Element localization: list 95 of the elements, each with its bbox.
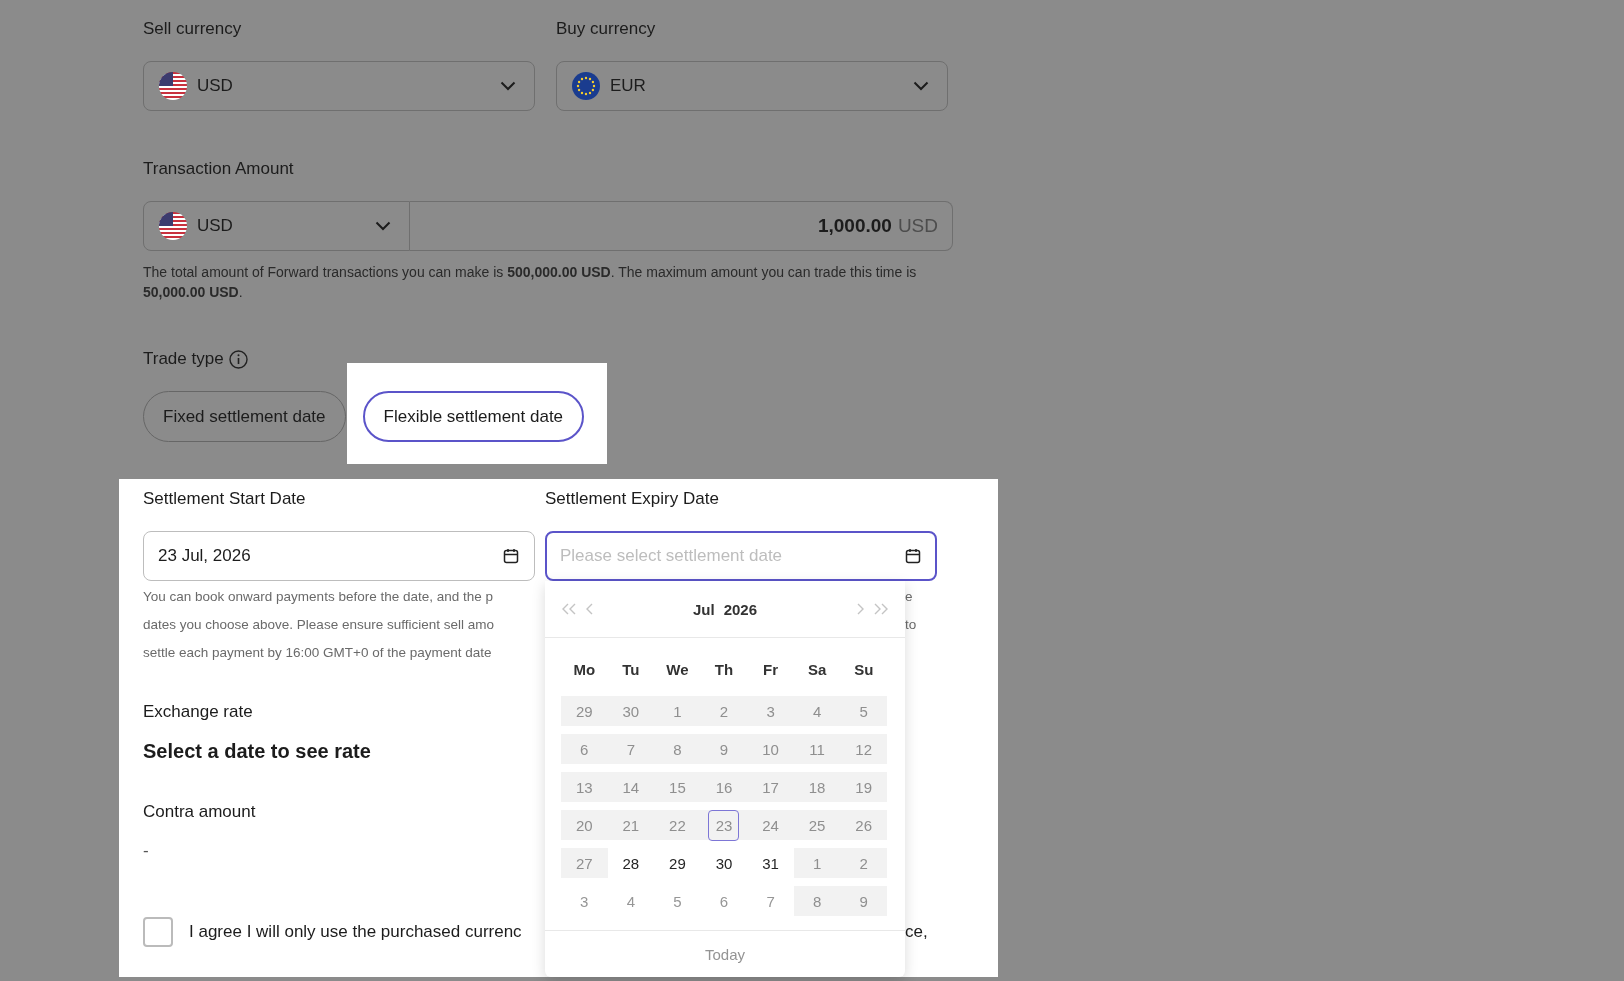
note-text: to — [905, 616, 918, 634]
calendar-day: 14 — [615, 771, 647, 803]
year-label[interactable]: 2026 — [723, 600, 758, 618]
calendar-day[interactable]: 28 — [615, 847, 647, 879]
calendar-day: 4 — [801, 695, 833, 727]
checkbox[interactable] — [143, 917, 173, 947]
calendar-day: 19 — [848, 771, 880, 803]
calendar-day: 11 — [801, 733, 833, 765]
calendar-day: 3 — [568, 885, 600, 917]
limit-note: The total amount of Forward transactions you can make is 500,000.00 USD. The maximum amount you can trade this time is 50,000.00 USD. — [143, 263, 918, 302]
calendar-icon — [503, 548, 519, 564]
calendar-day: 24 — [755, 809, 787, 841]
chevron-down-icon — [500, 81, 516, 91]
date-field[interactable]: Please select settlement date — [545, 531, 937, 581]
field-label: Sell currency — [143, 19, 242, 39]
field-label: Exchange rate — [143, 702, 253, 722]
calendar-day: 29 — [568, 695, 600, 727]
currency-code: EUR — [610, 76, 647, 96]
chevron-down-icon — [913, 81, 929, 91]
calendar-day: 9 — [848, 885, 880, 917]
calendar-day: 5 — [848, 695, 880, 727]
currency-dropdown[interactable]: USD — [143, 201, 410, 251]
currency-dropdown[interactable]: EUR — [556, 61, 948, 111]
calendar-day: 17 — [755, 771, 787, 803]
calendar-day: 16 — [708, 771, 740, 803]
calendar-day: 27 — [568, 847, 600, 879]
chevron-right-icon — [857, 603, 865, 615]
weekday-label: Su — [853, 660, 875, 678]
calendar-day: 8 — [661, 733, 693, 765]
agreement-text: ce, — [905, 922, 929, 942]
date-field[interactable]: 23 Jul, 2026 — [143, 531, 535, 581]
note-text: e — [905, 588, 914, 606]
calendar-day: 8 — [801, 885, 833, 917]
option-pill[interactable]: Flexible settlement date — [362, 391, 585, 442]
amount-field[interactable]: 1,000.00 USD — [410, 201, 953, 251]
calendar-day: 1 — [801, 847, 833, 879]
calendar-day: 15 — [661, 771, 693, 803]
calendar-day: 4 — [615, 885, 647, 917]
calendar-day: 2 — [708, 695, 740, 727]
field-label: Transaction Amount — [143, 159, 294, 179]
note-text: You can book onward payments before the date, and the p — [143, 588, 494, 606]
amount-value: 1,000.00 — [817, 215, 892, 237]
double-chevron-left-icon — [561, 603, 577, 615]
eu-flag-icon — [572, 72, 600, 100]
calendar-day: 22 — [661, 809, 693, 841]
field-label: Buy currency — [556, 19, 656, 39]
currency-dropdown[interactable]: USD — [143, 61, 535, 111]
calendar-day: 23 — [708, 809, 740, 841]
info-icon — [228, 349, 248, 369]
calendar-day: 6 — [568, 733, 600, 765]
calendar-day: 13 — [568, 771, 600, 803]
chevron-left-icon — [585, 603, 593, 615]
calendar-day: 26 — [848, 809, 880, 841]
currency-code: USD — [197, 76, 234, 96]
calendar-day: 5 — [661, 885, 693, 917]
currency-code: USD — [197, 216, 234, 236]
calendar-day: 21 — [615, 809, 647, 841]
weekday-label: Fr — [762, 660, 780, 678]
calendar-day: 7 — [755, 885, 787, 917]
weekday-label: Tu — [621, 660, 641, 678]
calendar-icon — [905, 548, 921, 564]
note-text: settle each payment by 16:00 GMT+0 of the payment date — [143, 644, 493, 662]
calendar-day[interactable]: 31 — [755, 847, 787, 879]
field-label: Settlement Start Date — [143, 489, 306, 509]
month-label[interactable]: Jul — [692, 600, 715, 618]
us-flag-icon — [159, 72, 187, 100]
weekday-label: Mo — [572, 660, 597, 678]
calendar-day: 30 — [615, 695, 647, 727]
calendar-day: 25 — [801, 809, 833, 841]
contra-value: - — [143, 841, 149, 861]
calendar-day: 18 — [801, 771, 833, 803]
note-text: dates you choose above. Please ensure sufficient sell amo — [143, 616, 495, 634]
calendar-day: 12 — [848, 733, 880, 765]
weekday-label: Th — [713, 660, 735, 678]
calendar-day: 20 — [568, 809, 600, 841]
double-chevron-right-icon — [873, 603, 889, 615]
calendar-day: 1 — [661, 695, 693, 727]
amount-unit: USD — [897, 215, 938, 237]
rate-value: Select a date to see rate — [143, 739, 371, 764]
calendar-day: 10 — [755, 733, 787, 765]
agreement-text: I agree I will only use the purchased currenc — [188, 922, 523, 942]
weekday-label: Sa — [806, 660, 828, 678]
us-flag-icon — [159, 212, 187, 240]
calendar-day: 3 — [755, 695, 787, 727]
calendar-day: 6 — [708, 885, 740, 917]
calendar-day: 9 — [708, 733, 740, 765]
chevron-down-icon — [375, 221, 391, 231]
field-label: Trade type — [143, 349, 224, 369]
weekday-label: We — [665, 660, 690, 678]
field-label: Settlement Expiry Date — [545, 489, 719, 509]
calendar-day: 2 — [848, 847, 880, 879]
calendar-day[interactable]: 30 — [708, 847, 740, 879]
calendar-day: 7 — [615, 733, 647, 765]
field-label: Contra amount — [143, 802, 256, 822]
calendar-day[interactable]: 29 — [661, 847, 693, 879]
